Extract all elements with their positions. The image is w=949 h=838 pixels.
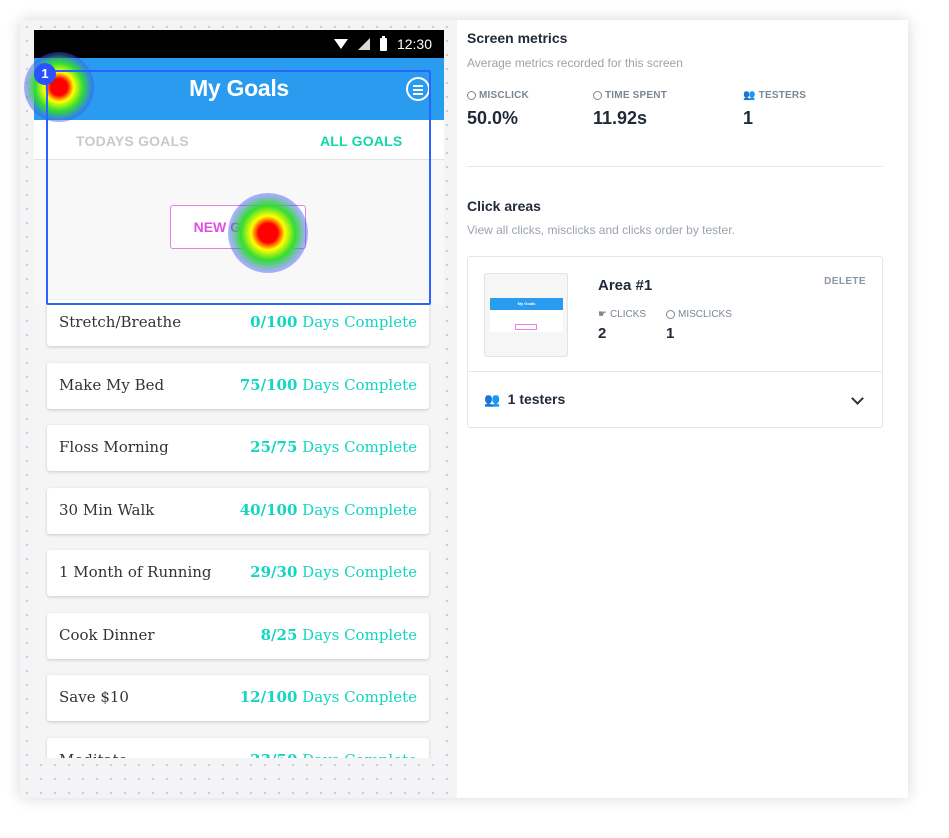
screen-metrics-title: Screen metrics (467, 30, 568, 46)
goal-item[interactable]: 30 Min Walk 40/100 Days Complete (47, 487, 429, 534)
goal-progress-count: 29/30 (250, 563, 298, 581)
search-icon (666, 310, 675, 319)
goal-item[interactable]: 1 Month of Running 29/30 Days Complete (47, 550, 429, 596)
click-area-badge[interactable]: 1 (34, 63, 56, 85)
goal-progress: 12/100 Days Complete (240, 688, 417, 706)
clicks-value: 2 (598, 325, 607, 342)
goal-name: 30 Min Walk (59, 500, 155, 519)
goal-progress-suffix: Days Complete (297, 438, 417, 456)
goal-progress-count: 40/100 (239, 500, 298, 519)
misclick-value: 50.0% (467, 108, 519, 128)
wifi-icon (333, 39, 348, 49)
thumbnail-title: My Goals (490, 298, 563, 310)
goal-progress-suffix: Days Complete (297, 751, 417, 759)
search-icon (467, 91, 476, 100)
area-thumbnail[interactable]: My Goals (484, 273, 568, 357)
status-bar: 12:30 (34, 30, 444, 58)
goal-name: Floss Morning (59, 438, 169, 456)
goal-progress-count: 75/100 (239, 375, 298, 394)
canvas-footer (20, 758, 457, 798)
goal-progress-suffix: Days Complete (297, 563, 417, 581)
chevron-down-icon[interactable] (851, 392, 864, 405)
click-areas-subtitle: View all clicks, misclicks and clicks or… (467, 223, 735, 237)
clicks-label: CLICKS (609, 309, 647, 320)
time-spent-value: 11.92s (593, 108, 648, 128)
goal-item[interactable]: Stretch/Breathe 0/100 Days Complete (47, 300, 429, 346)
goal-item[interactable]: Save $10 12/100 Days Complete (47, 675, 429, 721)
click-areas-title: Click areas (467, 198, 541, 214)
screen-preview-pane: 12:30 My Goals TODAYS GOALS ALL GOALS NE… (20, 20, 457, 798)
card-divider (468, 371, 882, 372)
misclicks-label: MISCLICKS (678, 309, 732, 320)
screen-metrics-subtitle: Average metrics recorded for this screen (467, 56, 683, 70)
area-name: Area #1 (598, 277, 653, 294)
goal-name: 1 Month of Running (59, 563, 212, 581)
goal-progress-count: 12/100 (239, 688, 298, 706)
goal-name: Make My Bed (59, 375, 165, 394)
goal-progress-count: 8/25 (260, 625, 298, 644)
time-spent-label: TIME SPENT (605, 90, 668, 101)
delete-button[interactable]: DELETE (824, 276, 866, 287)
goal-progress-count: 25/75 (250, 438, 298, 456)
misclick-metric: MISCLICK 50.0% (467, 90, 529, 129)
goal-progress-suffix: Days Complete (297, 313, 417, 331)
testers-count: 1 testers (507, 391, 566, 407)
goal-progress-suffix: Days Complete (297, 688, 417, 706)
signal-icon (357, 38, 370, 50)
goal-progress: 29/30 Days Complete (250, 563, 417, 581)
goal-progress: 40/100 Days Complete (240, 501, 417, 519)
click-area-outline[interactable] (46, 70, 431, 305)
cursor-icon: ☛ (598, 309, 607, 320)
people-icon: 👥 (743, 90, 756, 101)
goal-name: Save $10 (59, 688, 129, 706)
people-icon: 👥 (484, 392, 501, 407)
goal-item[interactable]: Meditate 23/50 Days Complete (47, 737, 429, 759)
goal-name: Meditate (59, 751, 128, 759)
clicks-metric: ☛ CLICKS 2 (598, 309, 646, 342)
goal-progress: 23/50 Days Complete (250, 751, 417, 759)
status-time: 12:30 (396, 36, 432, 52)
misclick-label: MISCLICK (479, 90, 529, 101)
click-area-card: My Goals Area #1 DELETE ☛ CLICKS 2 MISCLI… (467, 256, 883, 428)
goal-progress: 25/75 Days Complete (250, 438, 417, 456)
section-divider (467, 166, 883, 167)
goal-item[interactable]: Make My Bed 75/100 Days Complete (47, 362, 429, 409)
goal-progress-suffix: Days Complete (297, 625, 417, 644)
goal-progress: 8/25 Days Complete (261, 626, 417, 644)
metrics-panel: Screen metrics Average metrics recorded … (457, 20, 908, 798)
testers-label: TESTERS (758, 90, 807, 101)
goal-progress-suffix: Days Complete (297, 500, 417, 519)
testers-value: 1 (743, 108, 754, 128)
goal-progress: 0/100 Days Complete (250, 313, 417, 331)
misclicks-value: 1 (666, 325, 675, 342)
testers-metric: 👥 TESTERS 1 (743, 90, 806, 129)
goal-item[interactable]: Floss Morning 25/75 Days Complete (47, 425, 429, 471)
goal-progress-suffix: Days Complete (297, 375, 417, 394)
goal-item[interactable]: Cook Dinner 8/25 Days Complete (47, 612, 429, 659)
heatmap-report-card: 12:30 My Goals TODAYS GOALS ALL GOALS NE… (20, 20, 908, 798)
goal-progress-count: 23/50 (250, 751, 297, 759)
thumbnail-button (515, 324, 537, 330)
testers-expander[interactable]: 👥 1 testers (484, 391, 866, 413)
goal-progress-count: 0/100 (250, 313, 298, 331)
goal-list: Stretch/Breathe 0/100 Days Complete Make M… (47, 300, 429, 758)
misclicks-metric: MISCLICKS 1 (666, 309, 732, 342)
goal-name: Stretch/Breathe (59, 313, 182, 331)
goal-progress: 75/100 Days Complete (240, 376, 417, 394)
clock-icon (593, 91, 602, 100)
goal-name: Cook Dinner (59, 625, 155, 644)
time-spent-metric: TIME SPENT 11.92s (593, 90, 667, 129)
battery-icon (379, 35, 387, 51)
